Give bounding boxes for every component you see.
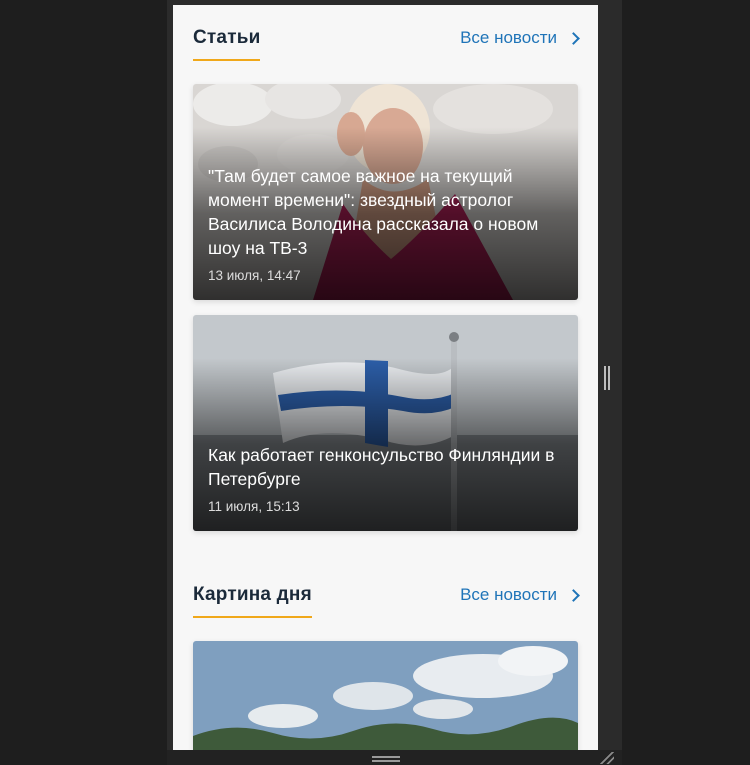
landscape-photo — [193, 641, 578, 750]
picture-card[interactable] — [193, 641, 578, 750]
article-title: "Там будет самое важное на текущий момен… — [208, 166, 539, 258]
chevron-right-icon — [567, 588, 580, 602]
drag-handle-icon[interactable] — [372, 756, 400, 762]
news-page: Статьи Все новости "Там будет самое важн… — [173, 5, 598, 750]
chevron-right-icon — [567, 31, 580, 45]
article-title: Как работает генконсульство Финляндии в … — [208, 445, 555, 489]
all-news-label: Все новости — [460, 585, 557, 604]
section-header-articles: Статьи Все новости — [193, 27, 580, 67]
section-header-picture-of-day: Картина дня Все новости — [193, 584, 580, 624]
article-date: 11 июля, 15:13 — [208, 499, 300, 514]
scroll-handle-icon[interactable] — [604, 366, 610, 390]
article-card[interactable]: Как работает генконсульство Финляндии в … — [193, 315, 578, 531]
all-news-label: Все новости — [460, 28, 557, 47]
article-card[interactable]: "Там будет самое важное на текущий момен… — [193, 84, 578, 300]
resize-grip-icon[interactable] — [600, 752, 614, 764]
all-news-link[interactable]: Все новости — [460, 28, 580, 48]
section-title: Статьи — [193, 27, 261, 61]
section-title: Картина дня — [193, 584, 312, 618]
all-news-link[interactable]: Все новости — [460, 585, 580, 605]
article-date: 13 июля, 14:47 — [208, 268, 301, 283]
